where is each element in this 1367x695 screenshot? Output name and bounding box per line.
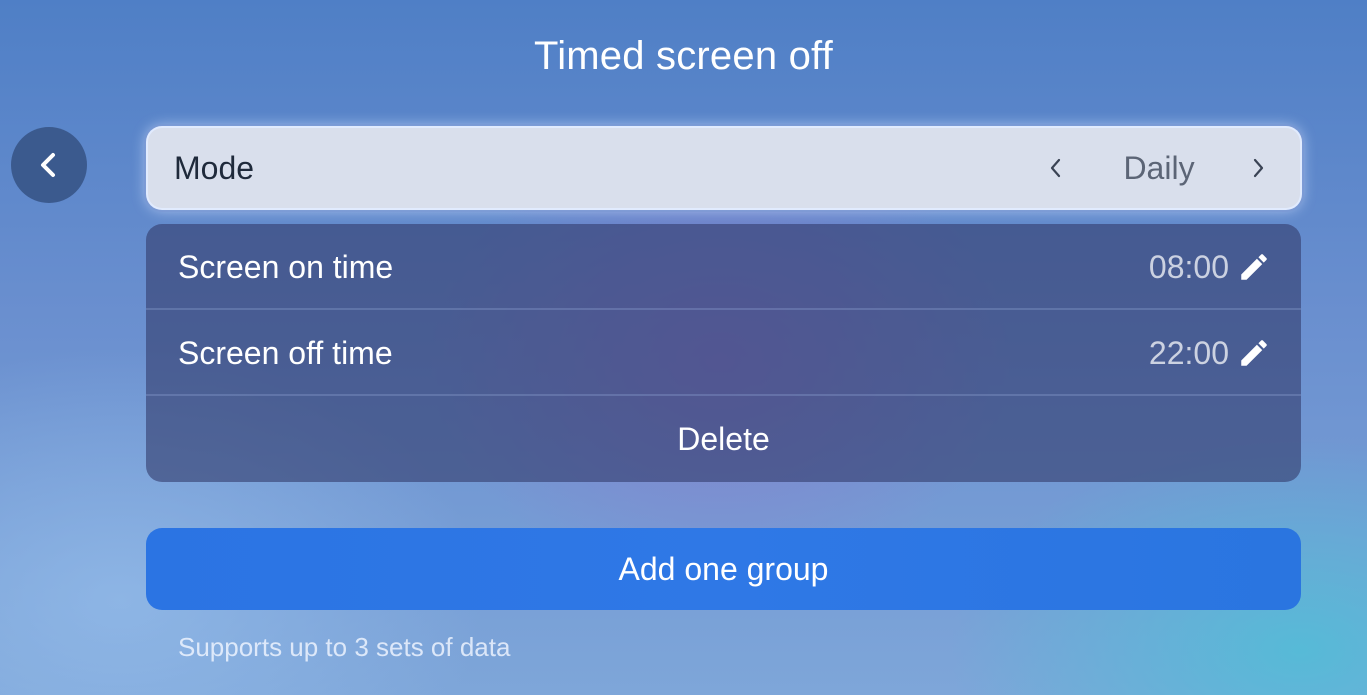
chevron-left-icon <box>32 148 66 182</box>
mode-next-button[interactable] <box>1244 148 1274 188</box>
mode-label: Mode <box>174 150 255 186</box>
add-group-button[interactable]: Add one group <box>146 528 1301 610</box>
screen-on-time-label: Screen on time <box>178 249 394 285</box>
pencil-icon[interactable] <box>1237 250 1271 284</box>
delete-label: Delete <box>677 421 770 457</box>
chevron-right-icon <box>1253 158 1264 178</box>
mode-value: Daily <box>1123 150 1195 186</box>
time-group-card: Screen on time 08:00 Screen off time 22:… <box>146 224 1301 482</box>
chevron-left-icon <box>1050 158 1061 178</box>
screen-off-time-label: Screen off time <box>178 335 393 371</box>
screen-on-time-row[interactable]: Screen on time 08:00 <box>146 224 1301 310</box>
timed-screen-off-page: Timed screen off Mode Daily Screen on ti… <box>0 0 1367 695</box>
mode-prev-button[interactable] <box>1040 148 1070 188</box>
screen-on-time-value: 08:00 <box>1148 249 1229 285</box>
back-button[interactable] <box>11 127 87 203</box>
page-title: Timed screen off <box>534 34 833 78</box>
pencil-icon[interactable] <box>1237 336 1271 370</box>
delete-button[interactable]: Delete <box>146 396 1301 482</box>
mode-selector[interactable]: Mode Daily <box>146 126 1302 210</box>
screen-off-time-row[interactable]: Screen off time 22:00 <box>146 310 1301 396</box>
limit-hint: Supports up to 3 sets of data <box>178 632 511 662</box>
screen-off-time-value: 22:00 <box>1148 335 1229 371</box>
